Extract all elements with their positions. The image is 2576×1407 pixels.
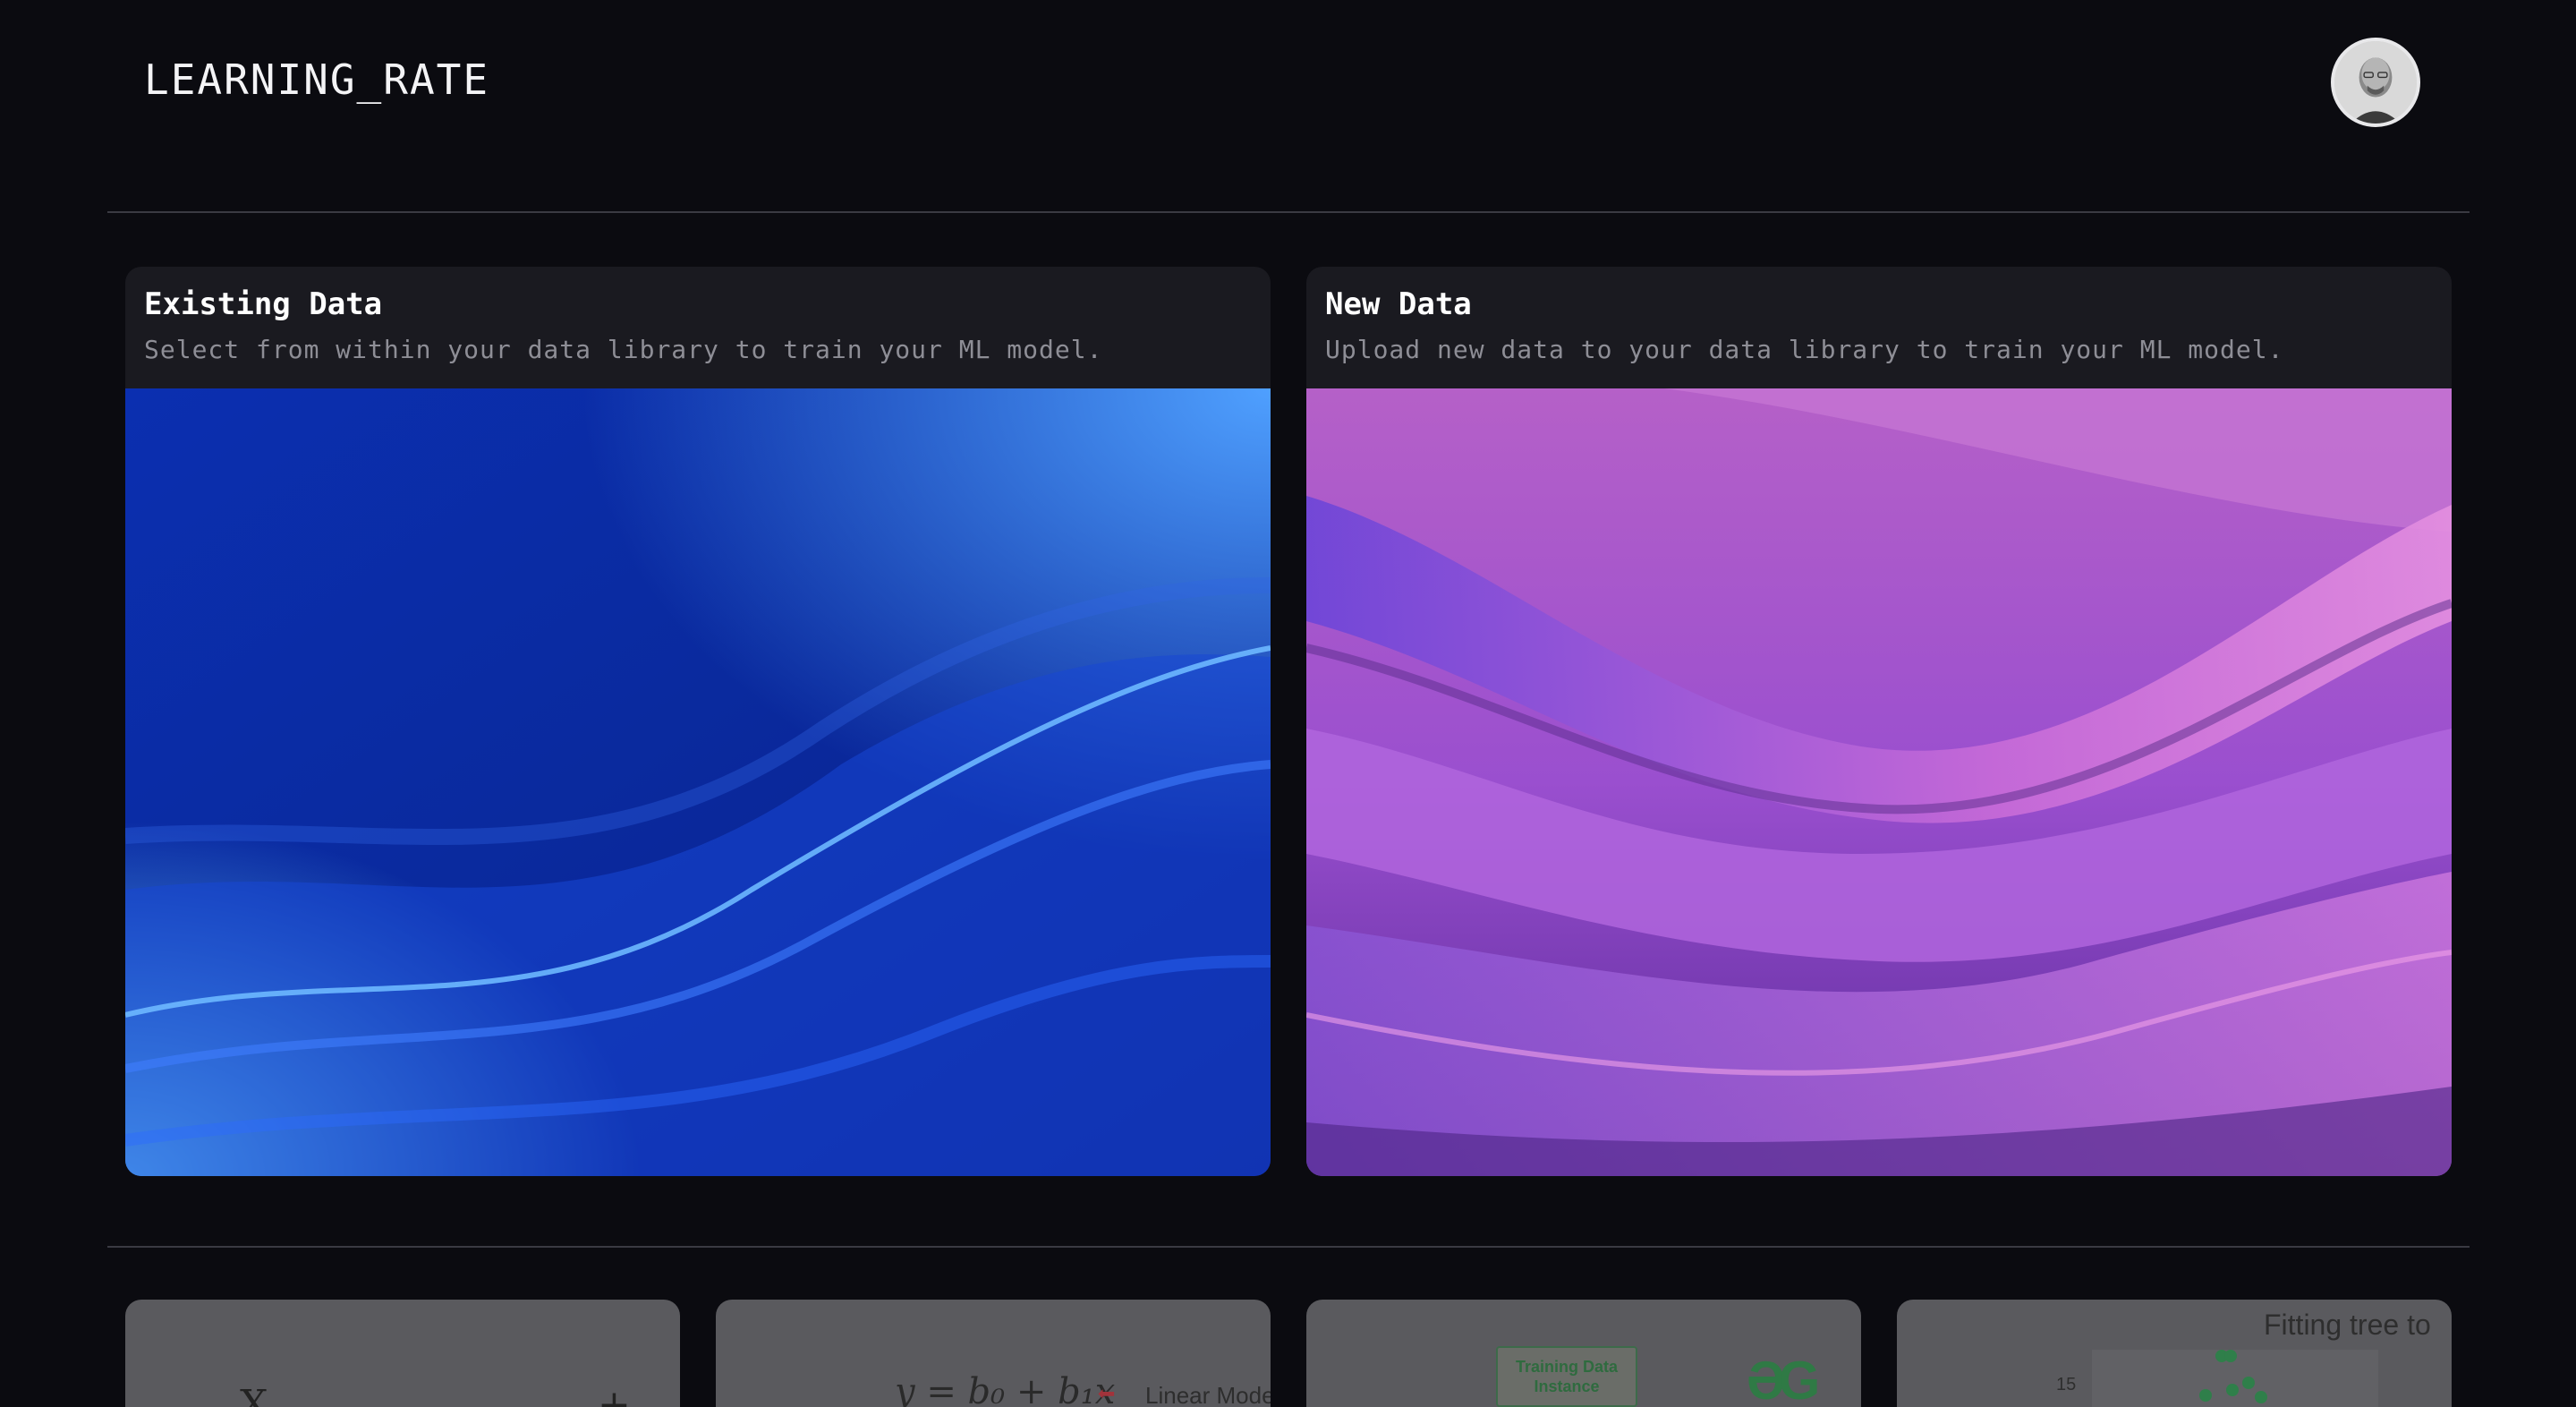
card-description: Upload new data to your data library to … — [1325, 335, 2284, 364]
scatter-point — [2224, 1350, 2237, 1362]
scatter-point — [2255, 1391, 2267, 1403]
scatter-point — [2226, 1384, 2239, 1396]
plus-symbol-text: + — [598, 1382, 631, 1407]
top-divider — [107, 211, 2470, 213]
left-arrow-icon: ⬅ — [1097, 1377, 1116, 1407]
section-divider — [107, 1246, 2470, 1248]
training-data-box: Training Data Instance — [1496, 1346, 1637, 1407]
fitting-tree-title: Fitting tree to — [2264, 1309, 2431, 1341]
user-avatar[interactable] — [2331, 38, 2420, 127]
blue-wave-image — [125, 388, 1271, 1176]
new-data-card[interactable]: New Data Upload new data to your data li… — [1306, 267, 2452, 1176]
linear-formula-text: y = b₀ + b₁x — [895, 1371, 1116, 1407]
model-card-1[interactable]: X + — [125, 1300, 680, 1407]
linear-model-label: Linear Mode — [1145, 1382, 1271, 1407]
linear-model-card[interactable]: y = b₀ + b₁x ⬅ Linear Mode — [716, 1300, 1271, 1407]
scatter-point — [2199, 1389, 2212, 1402]
scatter-point — [2242, 1377, 2255, 1389]
card-description: Select from within your data library to … — [144, 335, 1103, 364]
fitting-tree-card[interactable]: Fitting tree to 15 — [1897, 1300, 2452, 1407]
app-brand[interactable]: LEARNING_RATE — [144, 55, 489, 104]
gfg-logo-icon: ƏG — [1747, 1351, 1820, 1407]
card-header: Existing Data Select from within your da… — [125, 267, 1271, 388]
x-symbol-text: X — [240, 1382, 268, 1407]
avatar-photo-icon — [2334, 41, 2417, 124]
card-header: New Data Upload new data to your data li… — [1306, 267, 2452, 388]
card-title: New Data — [1325, 286, 1472, 322]
card-title: Existing Data — [144, 286, 383, 322]
existing-data-card[interactable]: Existing Data Select from within your da… — [125, 267, 1271, 1176]
purple-wave-image — [1306, 388, 2452, 1176]
scatter-plot-area — [2092, 1350, 2378, 1407]
header: LEARNING_RATE — [0, 0, 2576, 161]
training-data-card[interactable]: Training Data Instance ƏG — [1306, 1300, 1861, 1407]
y-tick-label: 15 — [2056, 1375, 2077, 1394]
